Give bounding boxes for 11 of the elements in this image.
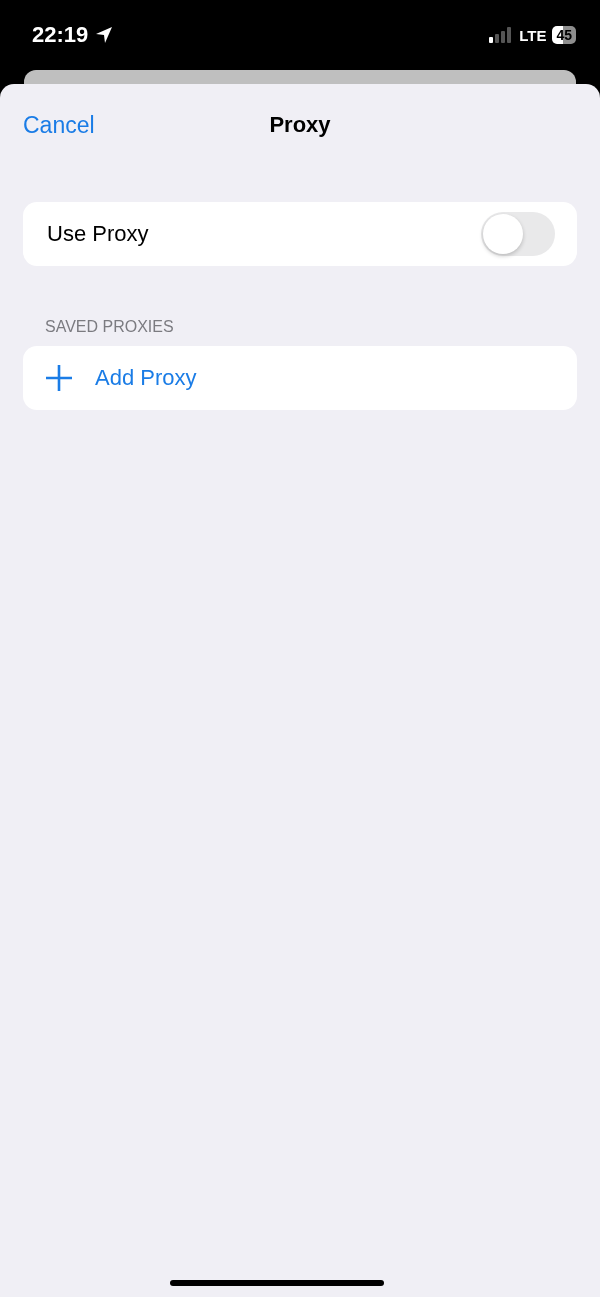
plus-icon xyxy=(45,364,73,392)
nav-title: Proxy xyxy=(269,112,331,138)
setting-label: Use Proxy xyxy=(47,221,149,247)
cancel-button[interactable]: Cancel xyxy=(23,111,95,139)
signal-icon xyxy=(489,27,514,43)
network-label: LTE xyxy=(519,26,547,44)
toggle-switch[interactable] xyxy=(481,212,555,256)
location-arrow-icon xyxy=(94,25,115,45)
status-time: 22:19 xyxy=(32,22,89,48)
add-proxy-button[interactable]: Add Proxy xyxy=(23,346,577,410)
section-header: SAVED PROXIES xyxy=(45,318,175,336)
